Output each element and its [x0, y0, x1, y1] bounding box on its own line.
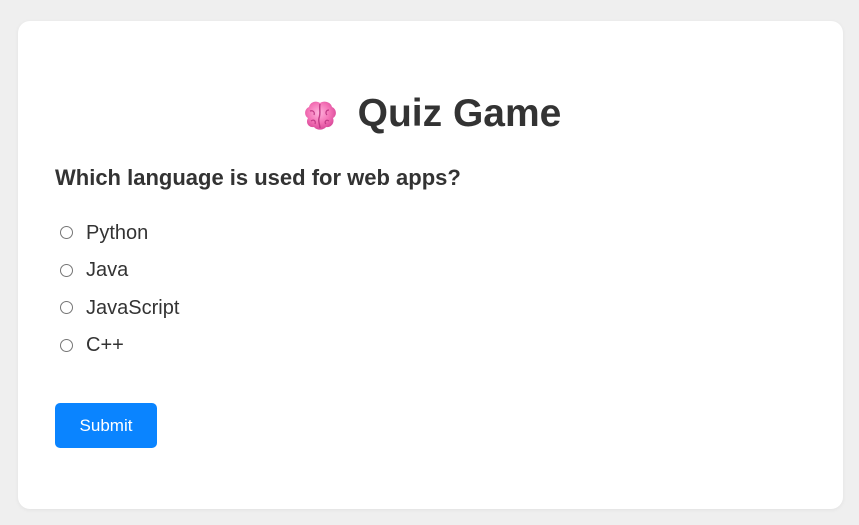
option-label: JavaScript	[86, 296, 180, 319]
page-title: Quiz Game	[18, 91, 843, 137]
title-text: Quiz Game	[357, 92, 562, 135]
radio-button[interactable]	[60, 301, 73, 315]
quiz-card: Quiz Game Which language is used for web…	[18, 21, 843, 509]
option-label: Java	[86, 259, 129, 282]
radio-button[interactable]	[60, 263, 73, 277]
option-java[interactable]: Java	[60, 252, 179, 290]
option-javascript[interactable]: JavaScript	[60, 289, 179, 327]
radio-button[interactable]	[60, 338, 73, 352]
question-text: Which language is used for web apps?	[55, 165, 461, 190]
radio-button[interactable]	[60, 226, 73, 240]
option-label: C++	[86, 334, 124, 357]
option-label: Python	[86, 221, 149, 244]
option-cpp[interactable]: C++	[60, 327, 179, 365]
option-python[interactable]: Python	[60, 214, 179, 252]
submit-button[interactable]: Submit	[55, 403, 157, 448]
answer-options: Python Java JavaScript C++	[60, 214, 179, 364]
brain-icon	[300, 96, 340, 136]
